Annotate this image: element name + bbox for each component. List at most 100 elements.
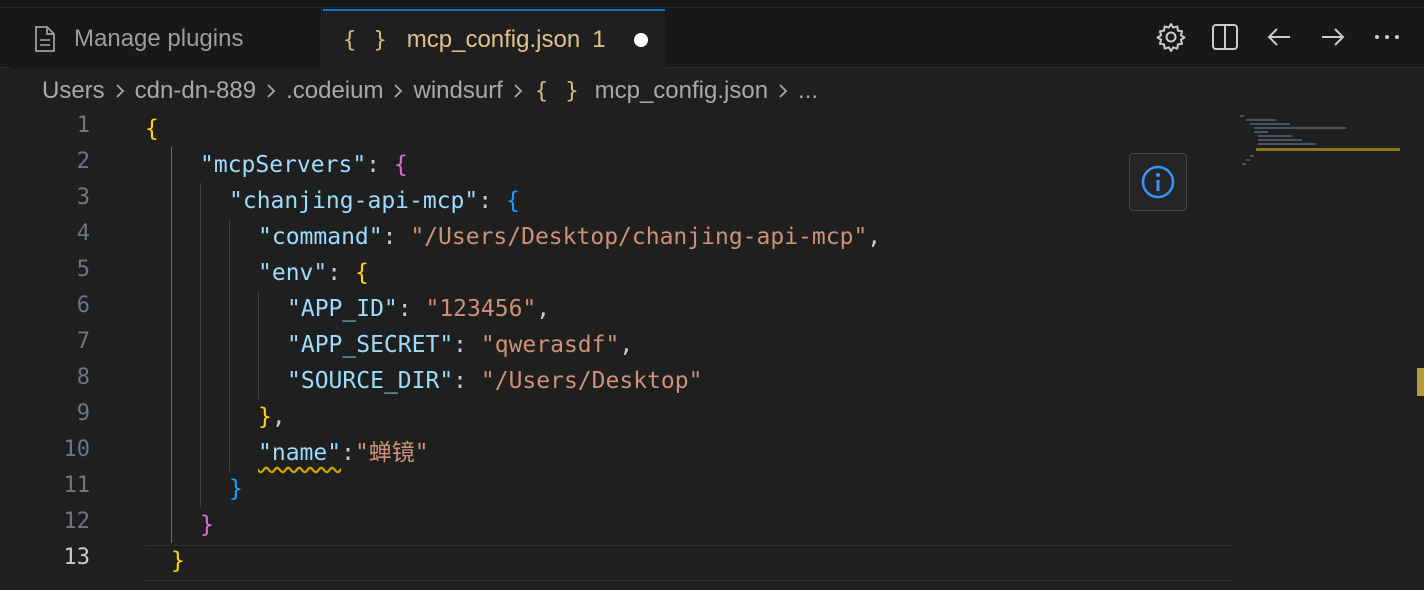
breadcrumb-item-windsurf[interactable]: windsurf [413,77,502,105]
indent-guide [200,183,201,507]
bracket: { [354,260,369,286]
code-line: "env": { [258,255,369,291]
minimap-line [1250,155,1254,157]
code-line: "command": "/Users/Desktop/chanjing-api-… [258,219,881,255]
editor-tab-bar: Manage plugins { } mcp_config.json 1 [0,0,1424,69]
minimap-line [1254,127,1346,129]
punctuation: : [382,224,411,250]
minimap[interactable] [1232,111,1412,590]
chevron-right-icon [113,81,127,101]
code-line: "chanjing-api-mcp": { [229,183,520,219]
breadcrumb-item-mcp-config-json[interactable]: mcp_config.json [595,77,768,105]
navigate-back-button[interactable] [1262,20,1296,54]
tab-label: mcp_config.json [406,26,581,53]
line-number: 7 [76,329,90,354]
punctuation: : [453,368,481,394]
punctuation: : [453,332,481,358]
tab-label: Manage plugins [74,24,244,52]
ellipsis-icon [1375,35,1399,39]
minimap-highlight [1256,148,1400,151]
line-number: 10 [63,437,91,462]
punctuation: : [478,188,506,214]
minimap-line [1258,135,1292,137]
json-braces-icon: { } [343,27,389,53]
bracket: } [229,476,243,502]
code-line: } [229,471,243,507]
chevron-right-icon [511,81,525,101]
line-number: 1 [76,113,90,138]
bracket: { [393,152,408,178]
editor-actions [1154,20,1404,54]
indent-guide [229,219,230,471]
line-number: 2 [76,149,90,174]
tab-bar-top-edge [0,0,1424,8]
punctuation: , [536,296,551,322]
file-icon [35,25,55,52]
punctuation: , [271,404,286,430]
line-number: 8 [76,365,90,390]
code-line: "SOURCE_DIR": "/Users/Desktop" [287,363,702,399]
breadcrumb-item-codeium[interactable]: .codeium [286,77,383,105]
breadcrumb-item-symbols[interactable]: ... [798,77,818,105]
code-line: "name":"蝉镜" [258,435,429,471]
json-key: "SOURCE_DIR" [287,368,454,394]
code-line: "mcpServers": { [200,147,408,183]
minimap-line [1246,119,1276,121]
chevron-right-icon [391,81,405,101]
code-line: "APP_ID": "123456", [287,291,550,327]
navigate-forward-button[interactable] [1316,20,1350,54]
minimap-line [1258,139,1302,141]
bracket: { [505,188,520,214]
split-editor-button[interactable] [1208,20,1242,54]
info-button[interactable] [1129,153,1187,211]
line-number: 9 [76,401,90,426]
chevron-right-icon [776,81,790,101]
bracket: { [145,116,159,142]
tab-manage-plugins[interactable]: Manage plugins [10,9,322,68]
line-number: 11 [63,473,91,498]
code-line: } [171,543,185,579]
chevron-right-icon [264,81,278,101]
line-number: 12 [63,509,91,534]
json-key-warning[interactable]: "name" [258,440,341,466]
minimap-line [1246,159,1250,161]
punctuation: , [867,224,882,250]
gear-icon [1156,23,1186,52]
line-number-active: 13 [63,545,91,570]
json-string: "/Users/Desktop/chanjing-api-mcp" [410,224,868,250]
tab-mcp-config-json[interactable]: { } mcp_config.json 1 [323,9,665,69]
code-line: { [145,111,159,147]
bracket: } [171,548,185,574]
info-icon [1141,165,1175,199]
line-number: 5 [76,257,90,282]
punctuation: : [327,260,355,286]
punctuation: : [366,152,394,178]
scrollbar-warning-marker[interactable] [1417,368,1424,396]
code-line: }, [258,399,286,435]
line-number: 4 [76,221,90,246]
indent-guide [258,291,259,399]
indent-guide [171,147,172,543]
json-string: "/Users/Desktop" [480,368,703,394]
line-number: 6 [76,293,90,318]
settings-button[interactable] [1154,20,1188,54]
bracket: } [200,512,214,538]
breadcrumb-item-users[interactable]: Users [42,77,105,105]
unsaved-changes-dot-icon[interactable] [633,33,648,47]
code-line: "APP_SECRET": "qwerasdf", [287,327,633,363]
split-editor-icon [1212,24,1238,50]
bracket: } [258,404,272,430]
breadcrumb-item-cdn-dn-889[interactable]: cdn-dn-889 [135,77,256,105]
json-string: "蝉镜" [354,440,429,466]
line-number: 3 [76,185,90,210]
arrow-right-icon [1322,28,1345,46]
json-string: "qwerasdf" [480,332,620,358]
minimap-line [1250,123,1290,125]
arrow-left-icon [1267,28,1290,46]
breadcrumb: Users cdn-dn-889 .codeium windsurf { } m… [42,72,818,110]
json-key: "command" [258,224,383,250]
json-key: "env" [258,260,328,286]
code-line: } [200,507,214,543]
more-actions-button[interactable] [1370,20,1404,54]
code-editor[interactable]: 1 2 3 4 5 6 7 8 9 10 11 12 13 { "mcpServ… [0,111,1232,590]
